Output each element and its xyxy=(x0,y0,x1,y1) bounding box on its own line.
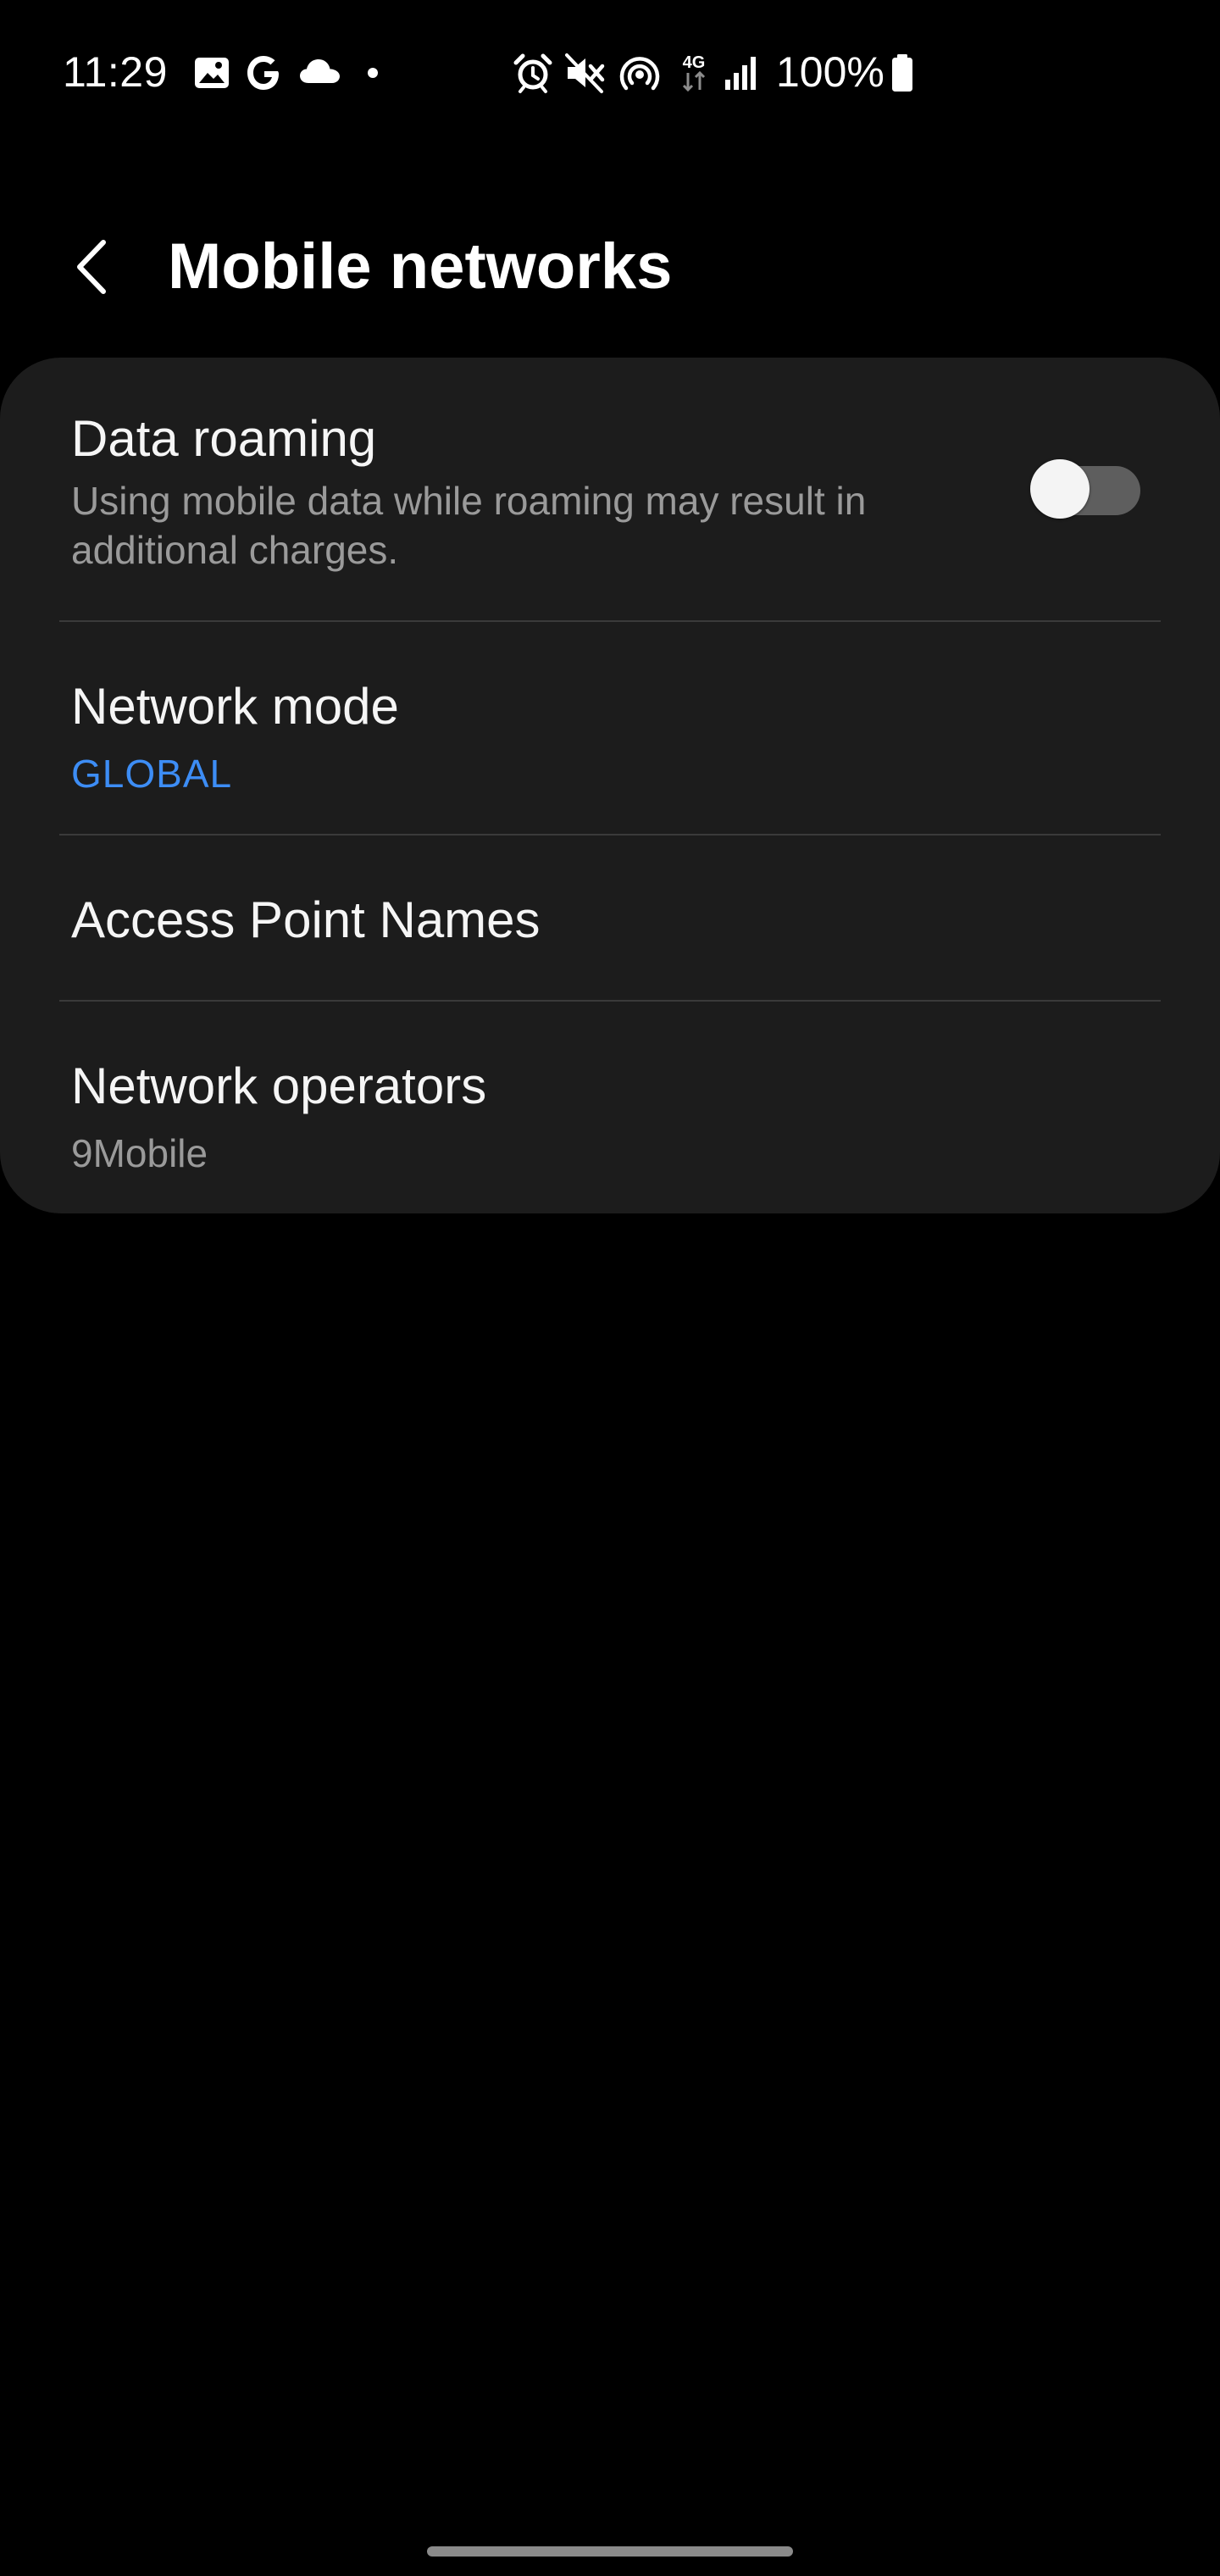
back-button[interactable] xyxy=(59,229,127,305)
status-bar: 11:29 4G 100% xyxy=(0,0,1220,144)
app-bar: Mobile networks xyxy=(0,212,1220,322)
gesture-nav-handle[interactable] xyxy=(427,2546,793,2557)
cloud-icon xyxy=(298,49,342,97)
network-type-label: 4G xyxy=(683,53,706,72)
access-point-names-row[interactable]: Access Point Names xyxy=(0,836,1220,1000)
network-mode-row[interactable]: Network mode GLOBAL xyxy=(0,622,1220,834)
settings-card: Data roaming Using mobile data while roa… xyxy=(0,358,1220,1213)
data-roaming-title: Data roaming xyxy=(71,410,377,467)
status-time: 11:29 xyxy=(63,48,168,96)
page-title: Mobile networks xyxy=(168,230,673,303)
alarm-icon xyxy=(512,49,554,97)
4g-data-icon: 4G xyxy=(676,49,712,97)
signal-icon xyxy=(722,49,761,97)
data-roaming-row[interactable]: Data roaming Using mobile data while roa… xyxy=(0,358,1220,620)
access-point-names-title: Access Point Names xyxy=(71,891,541,948)
network-operators-row[interactable]: Network operators 9Mobile xyxy=(0,1002,1220,1213)
battery-percent: 100% xyxy=(776,48,884,96)
toggle-knob xyxy=(1030,459,1090,519)
data-roaming-description: Using mobile data while roaming may resu… xyxy=(71,479,867,572)
network-mode-value: GLOBAL xyxy=(71,752,233,796)
mute-icon xyxy=(564,49,607,97)
battery-icon xyxy=(890,49,915,97)
data-roaming-toggle[interactable] xyxy=(1030,459,1140,520)
network-mode-title: Network mode xyxy=(71,678,399,735)
gallery-icon xyxy=(193,49,230,97)
chevron-left-icon xyxy=(77,240,106,294)
network-operators-title: Network operators xyxy=(71,1058,487,1114)
google-icon xyxy=(244,49,283,97)
dot-icon xyxy=(364,49,381,97)
hotspot-icon xyxy=(617,49,663,97)
network-operators-value: 9Mobile xyxy=(71,1131,208,1175)
